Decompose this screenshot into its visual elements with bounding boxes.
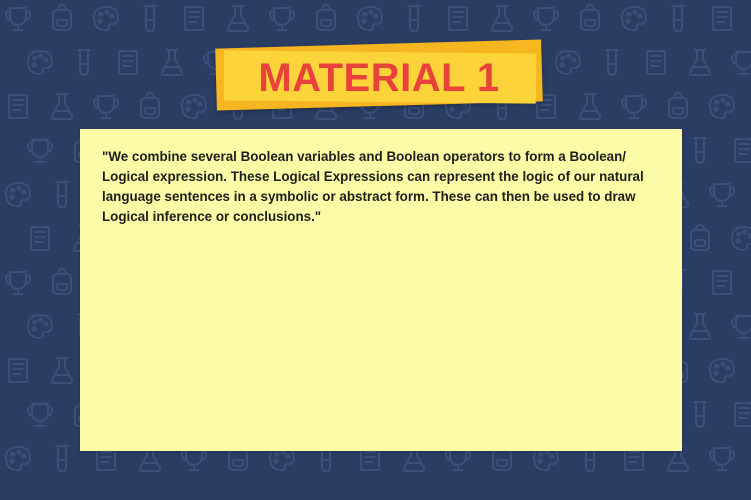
- palette-icon: [731, 226, 751, 251]
- trophy-icon: [708, 183, 736, 207]
- note-card: "We combine several Boolean variables an…: [80, 129, 682, 451]
- title-banner: MATERIAL 1: [215, 39, 543, 111]
- test-tube-icon: [407, 5, 421, 32]
- trophy-icon: [268, 7, 296, 31]
- palette-icon: [93, 6, 119, 31]
- book-icon: [184, 6, 204, 31]
- palette-icon: [181, 94, 207, 119]
- trophy-icon: [4, 7, 32, 31]
- palette-icon: [27, 314, 53, 339]
- trophy-icon: [730, 315, 751, 339]
- backpack-icon: [316, 4, 336, 31]
- flask-icon: [160, 49, 184, 76]
- book-icon: [712, 6, 732, 31]
- trophy-icon: [620, 95, 648, 119]
- backpack-icon: [668, 92, 688, 119]
- trophy-icon: [92, 95, 120, 119]
- backpack-icon: [140, 92, 160, 119]
- trophy-icon: [180, 447, 208, 471]
- test-tube-icon: [693, 137, 707, 164]
- book-icon: [734, 402, 751, 427]
- book-icon: [8, 358, 28, 383]
- trophy-icon: [26, 139, 54, 163]
- palette-icon: [5, 182, 31, 207]
- flask-icon: [50, 357, 74, 384]
- trophy-icon: [4, 271, 32, 295]
- trophy-icon: [444, 447, 472, 471]
- flask-icon: [50, 93, 74, 120]
- flask-icon: [226, 5, 250, 32]
- flask-icon: [490, 5, 514, 32]
- book-icon: [8, 94, 28, 119]
- book-icon: [734, 138, 751, 163]
- flask-icon: [578, 93, 602, 120]
- test-tube-icon: [605, 49, 619, 76]
- book-icon: [118, 50, 138, 75]
- palette-icon: [555, 50, 581, 75]
- flask-icon: [688, 313, 712, 340]
- backpack-icon: [690, 224, 710, 251]
- test-tube-icon: [693, 401, 707, 428]
- palette-icon: [709, 358, 735, 383]
- trophy-icon: [26, 403, 54, 427]
- test-tube-icon: [55, 181, 69, 208]
- palette-icon: [621, 6, 647, 31]
- banner-title: MATERIAL 1: [258, 55, 500, 100]
- backpack-icon: [580, 4, 600, 31]
- test-tube-icon: [55, 445, 69, 472]
- palette-icon: [27, 50, 53, 75]
- trophy-icon: [730, 51, 751, 75]
- test-tube-icon: [143, 5, 157, 32]
- book-icon: [448, 6, 468, 31]
- backpack-icon: [52, 268, 72, 295]
- backpack-icon: [52, 4, 72, 31]
- test-tube-icon: [77, 49, 91, 76]
- palette-icon: [357, 6, 383, 31]
- book-icon: [712, 270, 732, 295]
- trophy-icon: [708, 447, 736, 471]
- book-icon: [30, 226, 50, 251]
- note-text: "We combine several Boolean variables an…: [102, 149, 644, 224]
- flask-icon: [688, 49, 712, 76]
- palette-icon: [5, 446, 31, 471]
- trophy-icon: [532, 7, 560, 31]
- book-icon: [646, 50, 666, 75]
- palette-icon: [709, 94, 735, 119]
- test-tube-icon: [671, 5, 685, 32]
